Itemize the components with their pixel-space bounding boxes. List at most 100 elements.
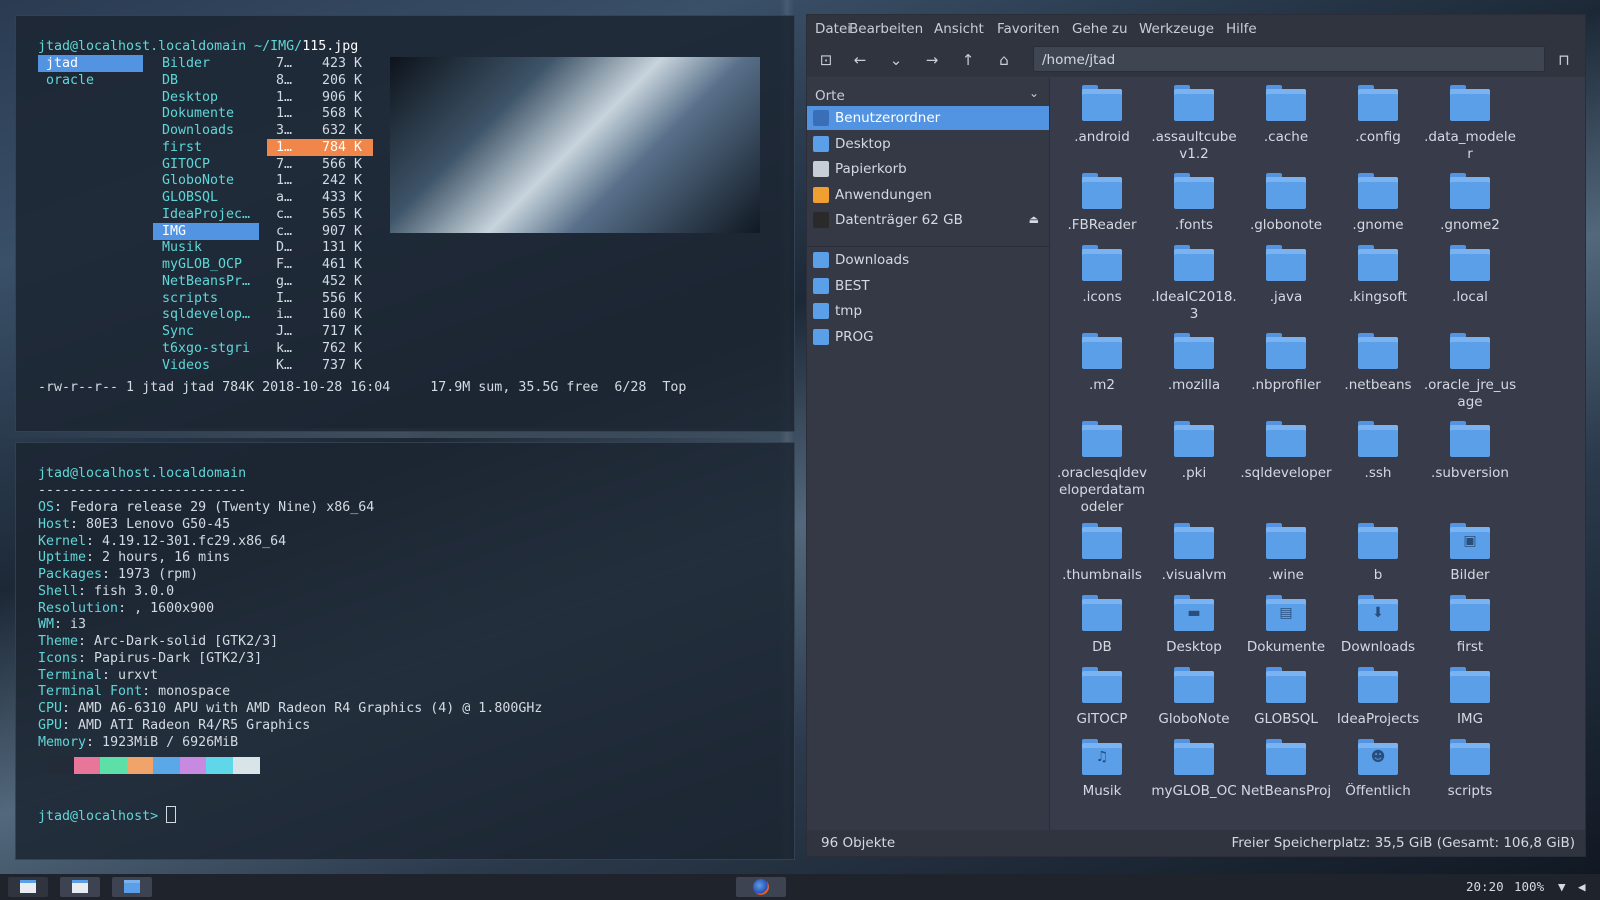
file-item[interactable]: .ssh xyxy=(1331,421,1425,482)
home-icon[interactable]: ⌂ xyxy=(993,50,1015,70)
ranger-dir-entry[interactable]: scripts xyxy=(153,290,259,307)
ranger-preview-entry[interactable]: F… 461 K xyxy=(267,256,373,273)
ranger-dir-entry[interactable]: GITOCP xyxy=(153,156,259,173)
sidebar-bookmark[interactable]: PROG xyxy=(807,325,1049,349)
ranger-dir-entry[interactable]: IMG xyxy=(153,222,259,240)
wifi-icon[interactable]: ▼ xyxy=(1558,874,1566,900)
file-item[interactable]: .icons xyxy=(1055,245,1149,306)
ranger-dir-entry[interactable]: Desktop xyxy=(153,89,259,106)
path-bar[interactable]: /home/jtad xyxy=(1033,46,1545,72)
ranger-dir-entry[interactable]: GLOBSQL xyxy=(153,189,259,206)
file-item[interactable]: .subversion xyxy=(1423,421,1517,482)
ranger-dir-entry[interactable]: sqldevelop… xyxy=(153,306,259,323)
ranger-preview-entry[interactable]: I… 556 K xyxy=(267,290,373,307)
history-dropdown-icon[interactable]: ⌄ xyxy=(885,50,907,70)
ranger-preview-entry[interactable]: D… 131 K xyxy=(267,239,373,256)
ranger-preview-entry[interactable]: 7… 566 K xyxy=(267,156,373,173)
file-item[interactable]: first xyxy=(1423,595,1517,656)
menu-favoriten[interactable]: Favoriten xyxy=(997,21,1060,37)
menu-hilfe[interactable]: Hilfe xyxy=(1226,21,1257,37)
back-icon[interactable]: ← xyxy=(849,50,871,70)
workspace-1-button[interactable] xyxy=(8,877,48,897)
ranger-dir-entry[interactable]: IdeaProjec… xyxy=(153,206,259,223)
file-item[interactable]: .IdeaIC2018.3 xyxy=(1147,245,1241,323)
file-item[interactable]: scripts xyxy=(1423,739,1517,800)
ranger-dir-entry[interactable]: Sync xyxy=(153,323,259,340)
speaker-icon[interactable]: ◀ xyxy=(1578,874,1586,900)
forward-icon[interactable]: → xyxy=(921,50,943,70)
ranger-preview-entry[interactable]: a… 433 K xyxy=(267,189,373,206)
file-item[interactable]: .data_modeler xyxy=(1423,85,1517,163)
ranger-preview-entry[interactable]: g… 452 K xyxy=(267,273,373,290)
file-item[interactable]: myGLOB_OC xyxy=(1147,739,1241,800)
ranger-dir-entry[interactable]: first xyxy=(153,139,259,156)
ranger-dir-entry[interactable]: t6xgo-stgri xyxy=(153,340,259,357)
workspace-3-button[interactable] xyxy=(112,877,152,897)
file-item[interactable]: GITOCP xyxy=(1055,667,1149,728)
file-item[interactable]: ⬇ Downloads xyxy=(1331,595,1425,656)
ranger-dir-entry[interactable]: Dokumente xyxy=(153,105,259,122)
file-item[interactable]: .fonts xyxy=(1147,173,1241,234)
file-item[interactable]: ♫ Musik xyxy=(1055,739,1149,800)
ranger-preview-entry[interactable]: c… 565 K xyxy=(267,206,373,223)
file-item[interactable]: .visualvm xyxy=(1147,523,1241,584)
menu-ansicht[interactable]: Ansicht xyxy=(934,21,984,37)
file-item[interactable]: GloboNote xyxy=(1147,667,1241,728)
sidebar-place[interactable]: Desktop xyxy=(807,132,1049,156)
ranger-preview-entry[interactable]: 1… 784 K xyxy=(267,138,373,156)
file-item[interactable]: .oraclesqldeveloperdatamodeler xyxy=(1055,421,1149,516)
path-toggle-icon[interactable]: ⊓ xyxy=(1553,50,1575,70)
sidebar-bookmark[interactable]: BEST xyxy=(807,274,1049,298)
file-item[interactable]: .FBReader xyxy=(1055,173,1149,234)
ranger-dir-entry[interactable]: Videos xyxy=(153,357,259,374)
file-item[interactable]: .kingsoft xyxy=(1331,245,1425,306)
ranger-terminal[interactable]: jtad@localhost.localdomain ~/IMG/115.jpg… xyxy=(15,15,795,432)
up-icon[interactable]: ↑ xyxy=(957,50,979,70)
file-item[interactable]: .thumbnails xyxy=(1055,523,1149,584)
file-item[interactable]: ☻ Öffentlich xyxy=(1331,739,1425,800)
file-item[interactable]: ▤ Dokumente xyxy=(1239,595,1333,656)
file-item[interactable]: .oracle_jre_usage xyxy=(1423,333,1517,411)
file-item[interactable]: .local xyxy=(1423,245,1517,306)
shell-prompt[interactable]: jtad@localhost> xyxy=(38,806,177,825)
file-item[interactable]: .gnome2 xyxy=(1423,173,1517,234)
ranger-preview-entry[interactable]: c… 907 K xyxy=(267,223,373,240)
ranger-preview-entry[interactable]: 1… 906 K xyxy=(267,89,373,106)
ranger-preview-entry[interactable]: 8… 206 K xyxy=(267,72,373,89)
file-item[interactable]: IdeaProjects xyxy=(1331,667,1425,728)
ranger-dir-entry[interactable]: DB xyxy=(153,72,259,89)
ranger-dir-entry[interactable]: Bilder xyxy=(153,55,259,72)
ranger-dir-entry[interactable]: myGLOB_OCP xyxy=(153,256,259,273)
file-item[interactable]: .mozilla xyxy=(1147,333,1241,394)
ranger-parent-entry[interactable]: oracle xyxy=(38,72,143,89)
file-item[interactable]: .m2 xyxy=(1055,333,1149,394)
file-item[interactable]: .gnome xyxy=(1331,173,1425,234)
file-item[interactable]: .netbeans xyxy=(1331,333,1425,394)
file-item[interactable]: IMG xyxy=(1423,667,1517,728)
ranger-preview-entry[interactable]: i… 160 K xyxy=(267,306,373,323)
ranger-dir-entry[interactable]: Musik xyxy=(153,239,259,256)
workspace-2-button[interactable] xyxy=(60,877,100,897)
sidebar-place[interactable]: Anwendungen xyxy=(807,183,1049,207)
ranger-dir-entry[interactable]: NetBeansPr… xyxy=(153,273,259,290)
file-item[interactable]: .android xyxy=(1055,85,1149,146)
file-item[interactable]: .nbprofiler xyxy=(1239,333,1333,394)
ranger-dir-entry[interactable]: Downloads xyxy=(153,122,259,139)
menu-gehe-zu[interactable]: Gehe zu xyxy=(1072,21,1128,37)
ranger-preview-entry[interactable]: 1… 242 K xyxy=(267,172,373,189)
ranger-preview-entry[interactable]: 1… 568 K xyxy=(267,105,373,122)
firefox-task-button[interactable] xyxy=(736,877,786,897)
file-item[interactable]: .wine xyxy=(1239,523,1333,584)
open-terminal-icon[interactable]: ⊡ xyxy=(815,50,837,70)
file-item[interactable]: ▬ Desktop xyxy=(1147,595,1241,656)
file-item[interactable]: .pki xyxy=(1147,421,1241,482)
file-item[interactable]: ▣ Bilder xyxy=(1423,523,1517,584)
chevron-down-icon[interactable]: ⌄ xyxy=(1029,86,1039,100)
file-item[interactable]: DB xyxy=(1055,595,1149,656)
file-item[interactable]: .sqldeveloper xyxy=(1239,421,1333,482)
ranger-dir-entry[interactable]: GloboNote xyxy=(153,172,259,189)
ranger-preview-entry[interactable]: k… 762 K xyxy=(267,340,373,357)
sidebar-bookmark[interactable]: tmp xyxy=(807,299,1049,323)
ranger-parent-entry[interactable]: jtad xyxy=(38,55,143,72)
sidebar-bookmark[interactable]: Downloads xyxy=(807,248,1049,272)
